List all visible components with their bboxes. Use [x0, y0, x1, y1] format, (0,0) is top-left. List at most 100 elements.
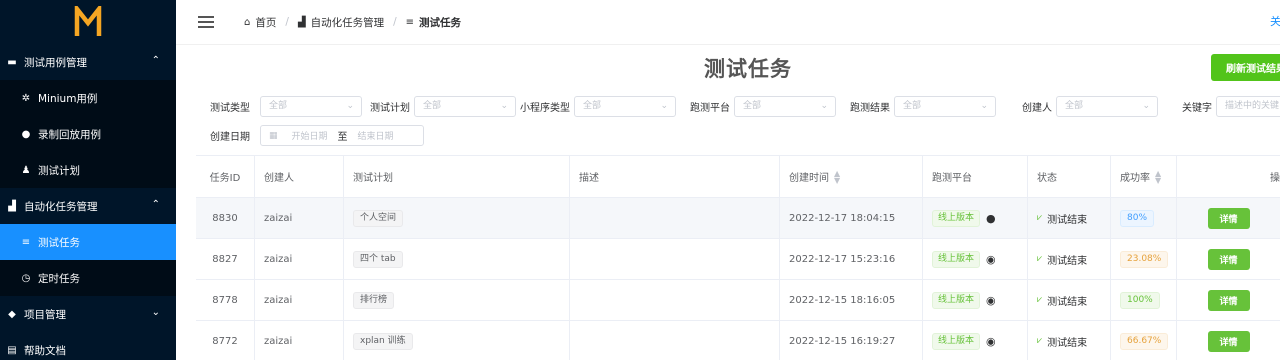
cell-operation: 详情 [1177, 198, 1280, 238]
filter-label: 测试计划 [370, 103, 410, 114]
creator-select[interactable]: 全部 ⌄ [1056, 96, 1158, 117]
filter-label: 跑测结果 [850, 103, 890, 114]
plan-tag: 个人空间 [353, 209, 404, 227]
sidebar-item-minium-cases[interactable]: ✲ Minium用例 [0, 80, 176, 116]
detail-button[interactable]: 详情 [1207, 207, 1250, 229]
input-placeholder: 描述中的关键 [1225, 101, 1280, 111]
detail-button[interactable]: 详情 [1207, 330, 1250, 352]
android-icon: ◉ [986, 293, 996, 307]
cell-creator: zaizai [255, 198, 344, 238]
start-date-input[interactable]: 开始日期 [292, 129, 328, 142]
sidebar-item-label: 测试计划 [38, 164, 80, 177]
table-row[interactable]: 8830 zaizai 个人空间 2022-12-17 18:04:15 线上版… [196, 198, 1280, 239]
cell-rate: 80% [1111, 198, 1177, 238]
sort-icon[interactable]: ▲ ▼ [1155, 169, 1161, 184]
cell-status: ⩗ 测试结束 [1028, 198, 1111, 238]
test-plan-select[interactable]: 全部 ⌄ [414, 96, 516, 117]
select-value: 全部 [743, 101, 762, 111]
cell-plan: 四个 tab [344, 239, 570, 279]
cell-desc [570, 239, 780, 279]
filter-label: 创建日期 [210, 132, 250, 143]
sidebar-group-projects[interactable]: ◆ 项目管理 ⌄ [0, 296, 176, 332]
test-type-select[interactable]: 全部 ⌄ [260, 96, 362, 117]
cell-rate: 100% [1111, 280, 1177, 320]
filter-keyword: 关键字 描述中的关键 [1166, 96, 1280, 117]
home-icon: ⌂ [244, 16, 251, 28]
breadcrumb: ⌂ 首页 / ▟ 自动化任务管理 / ≡ 测试任务 [244, 15, 461, 30]
filter-date: 创建日期 ▦ 开始日期 至 结束日期 [186, 125, 424, 146]
cell-platform: 线上版本 ◉ [923, 321, 1028, 360]
header-label: 成功率 [1120, 173, 1150, 184]
detail-button[interactable]: 详情 [1207, 289, 1250, 311]
filter-label: 跑测平台 [690, 103, 730, 114]
refresh-results-button[interactable]: 刷新测试结果 [1211, 54, 1280, 81]
end-date-input[interactable]: 结束日期 [358, 129, 394, 142]
select-value: 全部 [903, 101, 922, 111]
success-rate-badge: 100% [1120, 291, 1160, 309]
success-rate-badge: 80% [1120, 209, 1155, 227]
breadcrumb-section[interactable]: 自动化任务管理 [311, 15, 385, 30]
platform-tag: 线上版本 [932, 332, 981, 350]
status-text: 测试结束 [1047, 296, 1088, 308]
chevron-up-icon: ⌃ [151, 199, 160, 210]
sidebar-group-automation[interactable]: ▟ 自动化任务管理 ⌃ [0, 188, 176, 224]
app-logo[interactable] [0, 0, 176, 44]
cell-desc [570, 280, 780, 320]
page-title: 测试任务 [704, 57, 792, 81]
logo-m-icon [74, 6, 102, 36]
folder-icon: ▬ [7, 56, 17, 68]
cell-operation: 详情 [1177, 239, 1280, 279]
breadcrumb-current: 测试任务 [419, 16, 462, 29]
sidebar-group-test-cases[interactable]: ▬ 测试用例管理 ⌃ [0, 44, 176, 80]
hamburger-menu-icon[interactable] [198, 16, 214, 28]
sidebar-item-test-plan[interactable]: ♟ 测试计划 [0, 152, 176, 188]
breadcrumb-home[interactable]: 首页 [255, 15, 276, 30]
filter-label: 创建人 [1022, 103, 1052, 114]
cell-id: 8827 [196, 239, 255, 279]
cell-plan: 个人空间 [344, 198, 570, 238]
sidebar-item-label: 录制回放用例 [38, 128, 101, 141]
cell-status: ⩗ 测试结束 [1028, 239, 1111, 279]
header-rate[interactable]: 成功率 ▲ ▼ [1111, 156, 1177, 197]
detail-button[interactable]: 详情 [1207, 248, 1250, 270]
sidebar-item-record-replay[interactable]: ● 录制回放用例 [0, 116, 176, 152]
bar-chart-icon: ▟ [8, 200, 16, 212]
select-value: 全部 [269, 101, 288, 111]
header-time[interactable]: 创建时间 ▲ ▼ [780, 156, 923, 197]
android-icon: ◉ [986, 334, 996, 348]
chevron-down-icon: ⌄ [820, 101, 828, 111]
sidebar-item-scheduled-tasks[interactable]: ◷ 定时任务 [0, 260, 176, 296]
keyword-input[interactable]: 描述中的关键 [1216, 96, 1280, 117]
cell-plan: 排行榜 [344, 280, 570, 320]
android-icon: ◉ [986, 252, 996, 266]
cell-id: 8772 [196, 321, 255, 360]
breadcrumb-separator: / [393, 16, 397, 28]
book-icon: ▤ [7, 344, 17, 356]
date-range-picker[interactable]: ▦ 开始日期 至 结束日期 [260, 125, 424, 146]
sidebar-item-label: 帮助文档 [24, 344, 66, 357]
platform-tag: 线上版本 [932, 291, 981, 309]
platform-tag: 线上版本 [932, 209, 981, 227]
result-select[interactable]: 全部 ⌄ [894, 96, 996, 117]
sort-icon[interactable]: ▲ ▼ [834, 169, 840, 184]
table-row[interactable]: 8772 zaizai xplan 训练 2022-12-15 16:19:27… [196, 321, 1280, 360]
success-rate-badge: 66.67% [1120, 332, 1169, 350]
filter-result: 跑测结果 全部 ⌄ [836, 96, 996, 117]
filter-label: 关键字 [1182, 103, 1212, 114]
table-row[interactable]: 8778 zaizai 排行榜 2022-12-15 18:16:05 线上版本… [196, 280, 1280, 321]
table-header: 任务ID 创建人 测试计划 描述 创建时间 ▲ ▼ 跑测平台 状态 成功率 ▲ ▼ … [196, 156, 1280, 198]
alarm-clock-icon: ◷ [21, 272, 31, 284]
sidebar-item-test-tasks[interactable]: ≡ 测试任务 [0, 224, 176, 260]
filter-miniprogram-type: 小程序类型 全部 ⌄ [518, 96, 676, 117]
status-text: 测试结束 [1047, 214, 1088, 226]
layers-icon: ◆ [8, 308, 16, 320]
platform-select[interactable]: 全部 ⌄ [734, 96, 836, 117]
header-id: 任务ID [196, 156, 255, 197]
cell-platform: 线上版本 ◉ [923, 239, 1028, 279]
table-row[interactable]: 8827 zaizai 四个 tab 2022-12-17 15:23:16 线… [196, 239, 1280, 280]
top-right-link[interactable]: 关 [1270, 13, 1280, 29]
header-creator: 创建人 [255, 156, 344, 197]
miniprogram-type-select[interactable]: 全部 ⌄ [574, 96, 676, 117]
list-icon: ≡ [21, 236, 31, 248]
sidebar-item-help-docs[interactable]: ▤ 帮助文档 [0, 332, 176, 360]
